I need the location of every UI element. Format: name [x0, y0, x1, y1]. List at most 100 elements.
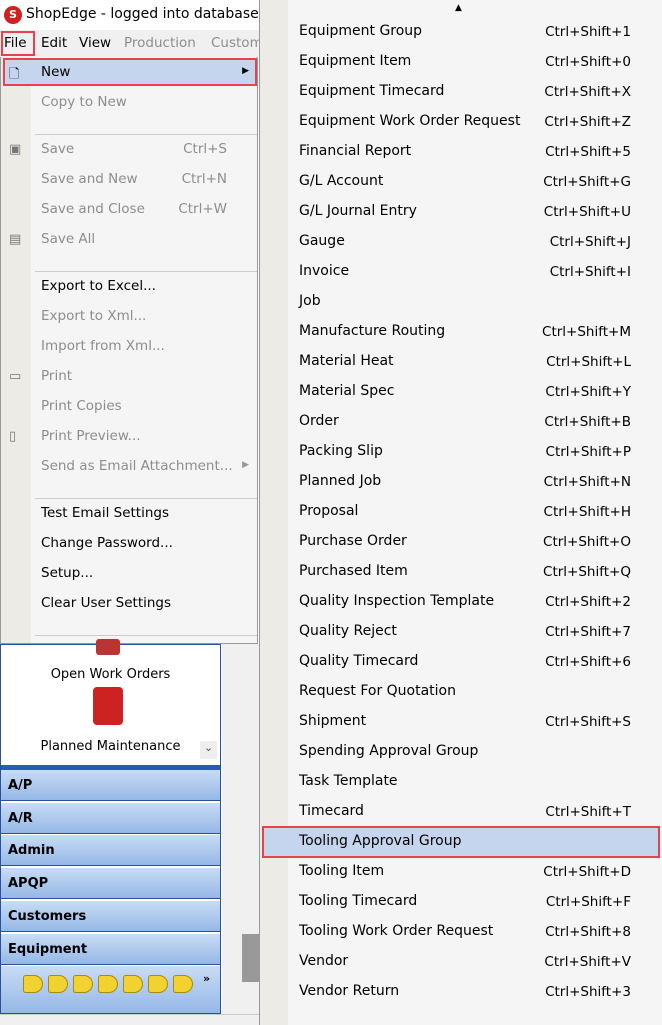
submenu-item-vendor[interactable]: Vendor Ctrl+Shift+V [260, 947, 662, 977]
shortcut-arrow-icon[interactable] [98, 975, 118, 993]
shortcut-arrow-icon[interactable] [148, 975, 168, 993]
sidebar-group-a-r[interactable]: A/R [1, 802, 220, 834]
submenu-item-planned-job[interactable]: Planned Job Ctrl+Shift+N [260, 467, 662, 497]
title-bar: S ShopEdge - logged into database [0, 0, 260, 30]
shortcut-label: Ctrl+Shift+I [549, 264, 631, 280]
menu-item-label: Save and New [41, 171, 138, 187]
menu-item-import-from-xml[interactable]: Import from Xml... [1, 332, 257, 362]
file-menu: New ▶ 🗋 Copy to New Save Ctrl+S ▣ Save and New C… [0, 57, 258, 688]
submenu-item-g-l-account[interactable]: G/L Account Ctrl+Shift+G [260, 167, 662, 197]
work-order-icon [96, 639, 120, 655]
menu-item-label: Send as Email Attachment... [41, 458, 233, 474]
menu-item-send-as-email-attachment[interactable]: Send as Email Attachment... ▶ [1, 452, 257, 482]
shortcut-panel: Open Work Orders Planned Maintenance ⌄ [1, 639, 220, 765]
submenu-item-tooling-item[interactable]: Tooling Item Ctrl+Shift+D [260, 857, 662, 887]
sidebar-icon-strip: » [1, 966, 220, 1013]
submenu-item-tooling-work-order-request[interactable]: Tooling Work Order Request Ctrl+Shift+8 [260, 917, 662, 947]
save-icon: ▣ [9, 142, 22, 157]
shortcut-label: Ctrl+Shift+8 [545, 924, 631, 940]
submenu-item-quality-timecard[interactable]: Quality Timecard Ctrl+Shift+6 [260, 647, 662, 677]
submenu-item-vendor-return[interactable]: Vendor Return Ctrl+Shift+3 [260, 977, 662, 1007]
submenu-item-manufacture-routing[interactable]: Manufacture Routing Ctrl+Shift+M [260, 317, 662, 347]
chevron-double-right-icon[interactable]: » [203, 972, 210, 985]
shortcut-label: Ctrl+S [183, 141, 227, 157]
menu-item-label: Print Copies [41, 398, 122, 414]
submenu-item-equipment-item[interactable]: Equipment Item Ctrl+Shift+0 [260, 47, 662, 77]
shortcut-arrow-icon[interactable] [48, 975, 68, 993]
menu-item-print-preview[interactable]: Print Preview... ▯ [1, 422, 257, 452]
submenu-item-label: Tooling Timecard [299, 893, 418, 909]
submenu-item-shipment[interactable]: Shipment Ctrl+Shift+S [260, 707, 662, 737]
shortcut-label: Ctrl+Shift+B [544, 414, 631, 430]
menu-item-label: Print [41, 368, 73, 384]
submenu-item-gauge[interactable]: Gauge Ctrl+Shift+J [260, 227, 662, 257]
submenu-item-label: G/L Journal Entry [299, 203, 417, 219]
submenu-item-label: Tooling Item [299, 863, 385, 879]
sidebar-group-equipment[interactable]: Equipment [1, 933, 220, 965]
menu-view[interactable]: View [79, 35, 111, 51]
submenu-item-job[interactable]: Job [260, 287, 662, 317]
menu-production[interactable]: Production [124, 35, 196, 51]
shortcut-arrow-icon[interactable] [23, 975, 43, 993]
menu-item-label: Export to Xml... [41, 308, 147, 324]
sidebar-group-apqp[interactable]: APQP [1, 868, 220, 900]
menu-item-save-and-new[interactable]: Save and New Ctrl+N [1, 165, 257, 195]
shortcut-label: Ctrl+Shift+T [545, 804, 631, 820]
submenu-item-tooling-approval-group[interactable]: Tooling Approval Group [260, 826, 662, 858]
submenu-item-equipment-work-order-request[interactable]: Equipment Work Order Request Ctrl+Shift+Z [260, 107, 662, 137]
submenu-item-timecard[interactable]: Timecard Ctrl+Shift+T [260, 797, 662, 827]
menu-item-export-to-excel[interactable]: Export to Excel... [1, 272, 257, 302]
menu-item-print[interactable]: Print ▭ [1, 362, 257, 392]
submenu-item-material-spec[interactable]: Material Spec Ctrl+Shift+Y [260, 377, 662, 407]
submenu-item-g-l-journal-entry[interactable]: G/L Journal Entry Ctrl+Shift+U [260, 197, 662, 227]
submenu-item-equipment-group[interactable]: Equipment Group Ctrl+Shift+1 [260, 17, 662, 47]
shortcut-open-work-orders[interactable]: Open Work Orders [1, 667, 220, 682]
sidebar-group-a-p[interactable]: A/P [1, 770, 220, 801]
sidebar-group-admin[interactable]: Admin [1, 835, 220, 867]
menu-item-save[interactable]: Save Ctrl+S ▣ [1, 135, 257, 165]
menu-item-setup[interactable]: Setup... [1, 559, 257, 589]
scroll-up-icon[interactable]: ▲ [455, 3, 462, 13]
menu-item-new[interactable]: New ▶ 🗋 [1, 58, 257, 88]
sidebar-group-customers[interactable]: Customers [1, 900, 220, 932]
submenu-item-invoice[interactable]: Invoice Ctrl+Shift+I [260, 257, 662, 287]
scroll-down-icon[interactable]: ⌄ [200, 741, 217, 759]
submenu-item-label: Job [299, 293, 321, 309]
menu-edit[interactable]: Edit [41, 35, 67, 51]
menu-item-clear-user-settings[interactable]: Clear User Settings [1, 589, 257, 619]
submenu-item-label: Packing Slip [299, 443, 383, 459]
menu-item-print-copies[interactable]: Print Copies [1, 392, 257, 422]
submenu-item-label: Planned Job [299, 473, 382, 489]
submenu-item-order[interactable]: Order Ctrl+Shift+B [260, 407, 662, 437]
submenu-item-label: Vendor Return [299, 983, 400, 999]
shortcut-arrow-icon[interactable] [123, 975, 143, 993]
submenu-item-purchased-item[interactable]: Purchased Item Ctrl+Shift+Q [260, 557, 662, 587]
menu-item-save-all[interactable]: Save All ▤ [1, 225, 257, 255]
menu-custom[interactable]: Custom [211, 35, 263, 51]
submenu-item-spending-approval-group[interactable]: Spending Approval Group [260, 737, 662, 767]
menu-item-export-to-xml[interactable]: Export to Xml... [1, 302, 257, 332]
submenu-item-label: Vendor [299, 953, 349, 969]
submenu-item-purchase-order[interactable]: Purchase Order Ctrl+Shift+O [260, 527, 662, 557]
submenu-item-financial-report[interactable]: Financial Report Ctrl+Shift+5 [260, 137, 662, 167]
submenu-item-quality-reject[interactable]: Quality Reject Ctrl+Shift+7 [260, 617, 662, 647]
submenu-item-label: Quality Inspection Template [299, 593, 495, 609]
submenu-item-tooling-timecard[interactable]: Tooling Timecard Ctrl+Shift+F [260, 887, 662, 917]
submenu-item-task-template[interactable]: Task Template [260, 767, 662, 797]
menu-item-copy-to-new[interactable]: Copy to New [1, 88, 257, 118]
shortcut-arrow-icon[interactable] [73, 975, 93, 993]
submenu-item-packing-slip[interactable]: Packing Slip Ctrl+Shift+P [260, 437, 662, 467]
submenu-item-material-heat[interactable]: Material Heat Ctrl+Shift+L [260, 347, 662, 377]
planned-maintenance-icon [93, 687, 123, 725]
submenu-item-equipment-timecard[interactable]: Equipment Timecard Ctrl+Shift+X [260, 77, 662, 107]
menu-item-test-email-settings[interactable]: Test Email Settings [1, 499, 257, 529]
menu-item-save-and-close[interactable]: Save and Close Ctrl+W [1, 195, 257, 225]
submenu-item-proposal[interactable]: Proposal Ctrl+Shift+H [260, 497, 662, 527]
menu-item-change-password[interactable]: Change Password... [1, 529, 257, 559]
panel-edge [242, 934, 260, 982]
shortcut-planned-maintenance[interactable]: Planned Maintenance [1, 739, 220, 754]
submenu-item-quality-inspection-template[interactable]: Quality Inspection Template Ctrl+Shift+2 [260, 587, 662, 617]
submenu-item-request-for-quotation[interactable]: Request For Quotation [260, 677, 662, 707]
shortcut-label: Ctrl+Shift+F [545, 894, 631, 910]
shortcut-arrow-icon[interactable] [173, 975, 193, 993]
